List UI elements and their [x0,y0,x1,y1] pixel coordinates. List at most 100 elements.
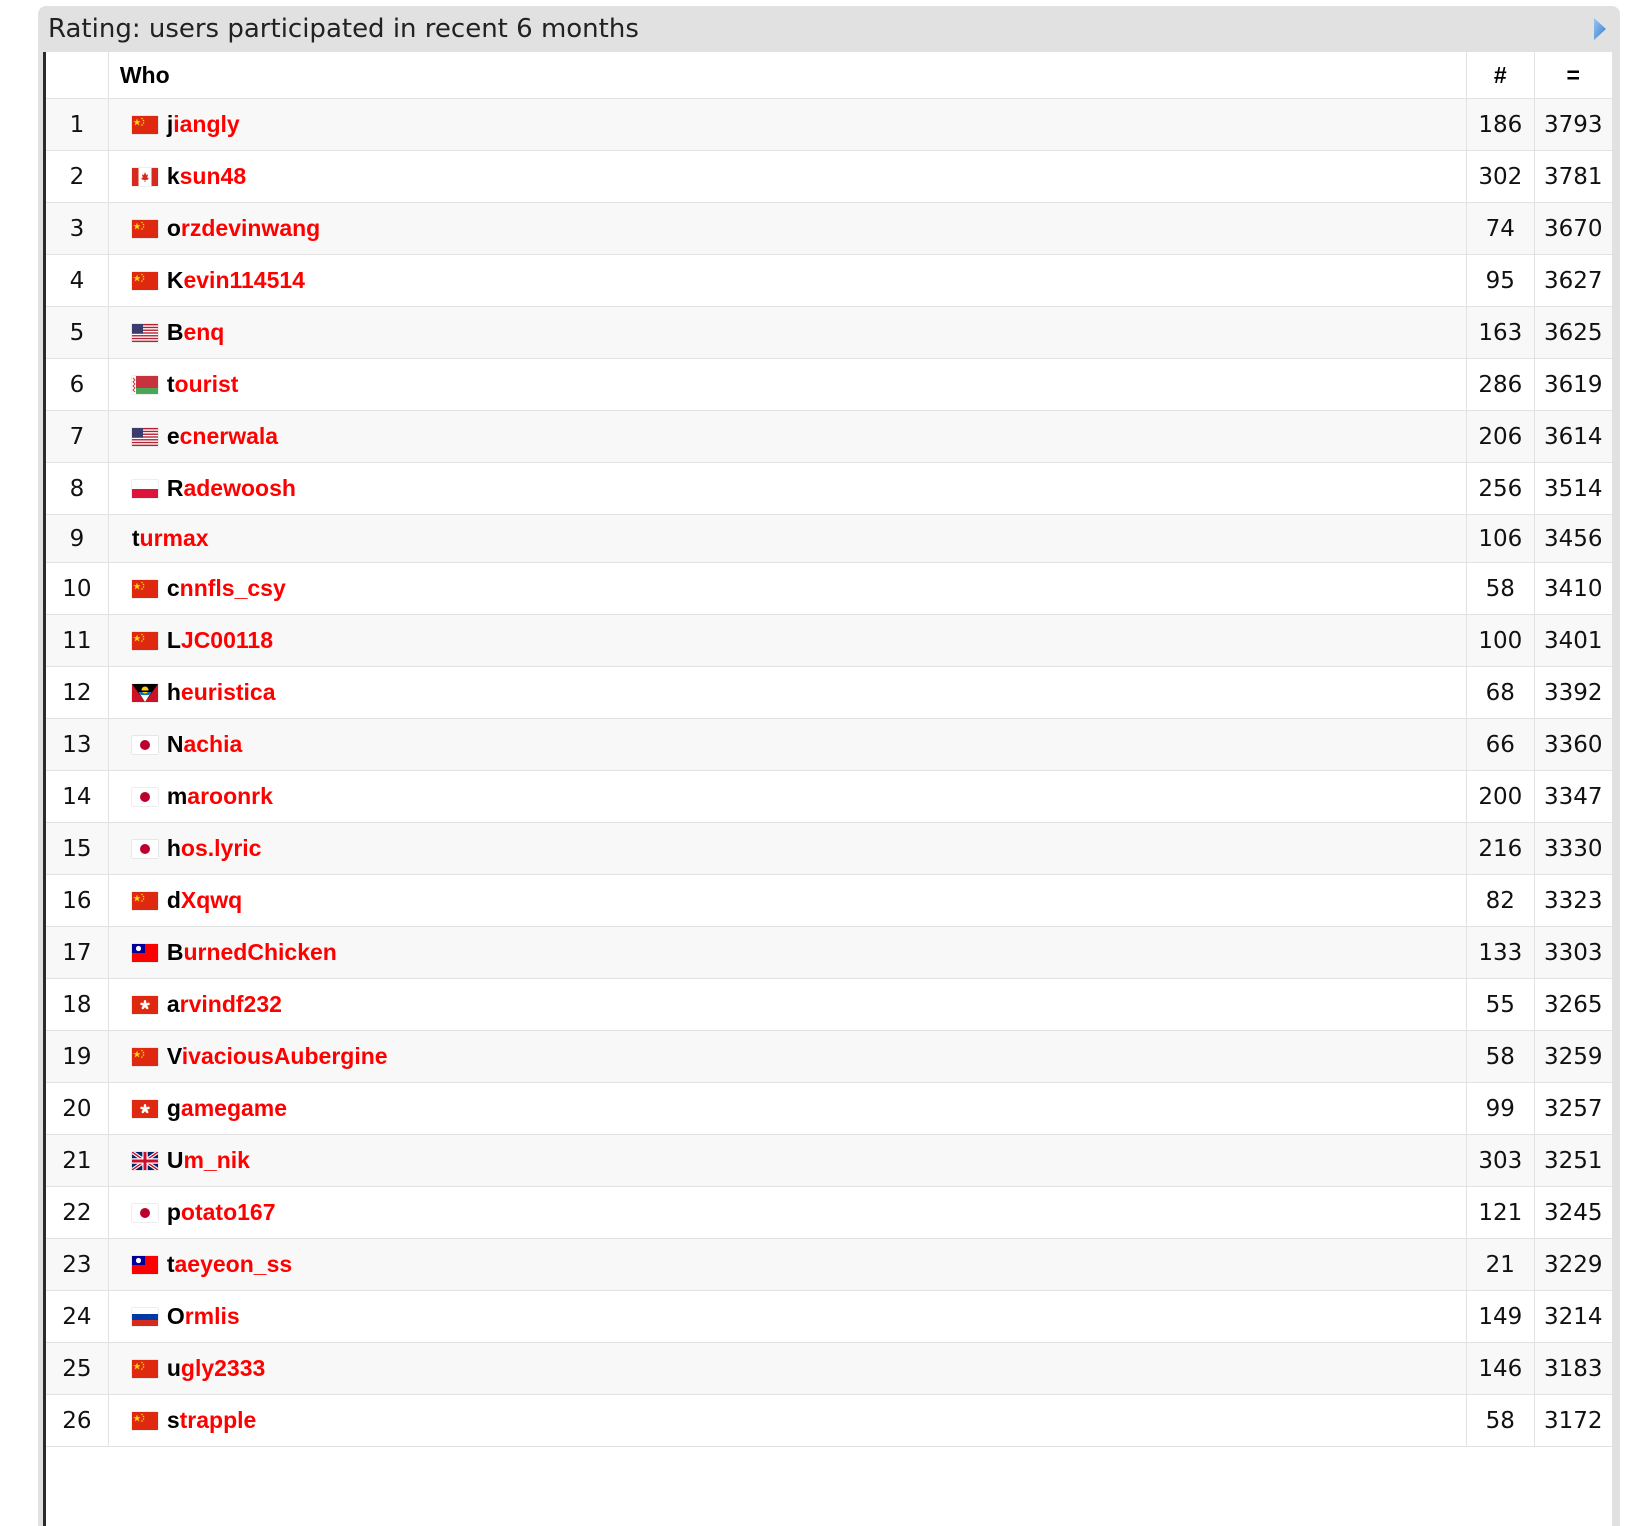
rank-cell: 15 [46,822,109,875]
rank-cell: 26 [46,1394,109,1447]
rating-cell: 3257 [1533,1082,1612,1135]
user-handle-link[interactable]: ecnerwala [167,423,278,449]
user-handle-link[interactable]: turmax [132,525,209,551]
table-row: 6 tourist 286 3619 [46,358,1612,411]
rating-cell: 3360 [1533,718,1612,771]
user-handle-link[interactable]: Radewoosh [167,475,296,501]
rating-cell: 3172 [1533,1394,1612,1447]
poland-flag-icon [131,479,158,498]
who-cell: Radewoosh [107,462,1467,515]
rating-table-container[interactable]: Who # = 1 jiangly 186 3793 2 ksun48 302 3781 3 or… [43,52,1612,1526]
who-cell: jiangly [107,98,1467,151]
user-handle-link[interactable]: BurnedChicken [167,939,337,965]
rank-cell: 22 [46,1186,109,1239]
user-handle-link[interactable]: Nachia [167,731,242,757]
contests-count-cell: 99 [1466,1082,1535,1135]
who-cell: Nachia [107,718,1467,771]
rank-cell: 5 [46,306,109,359]
table-row: 20 gamegame 99 3257 [46,1082,1612,1135]
contests-count-cell: 133 [1466,926,1535,979]
user-handle-link[interactable]: gamegame [167,1095,287,1121]
user-handle-link[interactable]: ksun48 [167,163,246,189]
contests-count-cell: 200 [1466,770,1535,823]
contests-count-cell: 55 [1466,978,1535,1031]
user-handle-link[interactable]: LJC00118 [167,627,273,653]
user-handle-link[interactable]: arvindf232 [167,991,282,1017]
rank-cell: 23 [46,1238,109,1291]
rating-cell: 3627 [1533,254,1612,307]
contests-count-cell: 206 [1466,410,1535,463]
rating-cell: 3183 [1533,1342,1612,1395]
rating-cell: 3619 [1533,358,1612,411]
user-handle-link[interactable]: maroonrk [167,783,273,809]
rating-cell: 3251 [1533,1134,1612,1187]
who-cell: taeyeon_ss [107,1238,1467,1291]
user-handle-link[interactable]: orzdevinwang [167,215,320,241]
rank-cell: 10 [46,562,109,615]
contests-count-cell: 68 [1466,666,1535,719]
table-row: 11 LJC00118 100 3401 [46,614,1612,667]
rank-cell: 16 [46,874,109,927]
contests-count-cell: 74 [1466,202,1535,255]
who-cell: dXqwq [107,874,1467,927]
who-cell: LJC00118 [107,614,1467,667]
rank-cell: 14 [46,770,109,823]
rating-cell: 3330 [1533,822,1612,875]
table-row: 25 ugly2333 146 3183 [46,1342,1612,1395]
user-handle-link[interactable]: heuristica [167,679,276,705]
user-handle-link[interactable]: Kevin114514 [167,267,305,293]
who-cell: orzdevinwang [107,202,1467,255]
taiwan-flag-icon [131,1255,158,1274]
panel-header: Rating: users participated in recent 6 m… [38,6,1620,52]
user-handle-link[interactable]: cnnfls_csy [167,575,286,601]
triangle-right-icon[interactable] [1592,16,1608,42]
user-handle-link[interactable]: potato167 [167,1199,276,1225]
user-handle-link[interactable]: hos.lyric [167,835,262,861]
who-cell: heuristica [107,666,1467,719]
table-row: 7 ecnerwala 206 3614 [46,410,1612,463]
canada-flag-icon [131,167,158,186]
table-row: 10 cnnfls_csy 58 3410 [46,562,1612,615]
hong-kong-flag-icon [131,995,158,1014]
rating-cell: 3392 [1533,666,1612,719]
who-cell: Benq [107,306,1467,359]
table-row: 22 potato167 121 3245 [46,1186,1612,1239]
contests-count-cell: 58 [1466,562,1535,615]
user-handle-link[interactable]: taeyeon_ss [167,1251,292,1277]
user-handle-link[interactable]: jiangly [167,111,240,137]
contests-count-cell: 256 [1466,462,1535,515]
contests-count-cell: 216 [1466,822,1535,875]
user-handle-link[interactable]: Ormlis [167,1303,240,1329]
china-flag-icon [131,1411,158,1430]
who-cell: hos.lyric [107,822,1467,875]
table-row: 19 VivaciousAubergine 58 3259 [46,1030,1612,1083]
rank-cell: 4 [46,254,109,307]
user-handle-link[interactable]: VivaciousAubergine [167,1043,388,1069]
belarus-flag-icon [131,375,158,394]
user-handle-link[interactable]: tourist [167,371,239,397]
contests-column-header: # [1466,52,1535,99]
user-handle-link[interactable]: ugly2333 [167,1355,265,1381]
user-handle-link[interactable]: Benq [167,319,225,345]
antigua-barbuda-flag-icon [131,683,158,702]
user-handle-link[interactable]: Um_nik [167,1147,250,1173]
user-handle-link[interactable]: dXqwq [167,887,242,913]
who-cell: ugly2333 [107,1342,1467,1395]
contests-count-cell: 121 [1466,1186,1535,1239]
contests-count-cell: 100 [1466,614,1535,667]
rating-table: Who # = 1 jiangly 186 3793 2 ksun48 302 3781 3 or… [46,52,1612,1447]
rank-cell: 24 [46,1290,109,1343]
table-row: 12 heuristica 68 3392 [46,666,1612,719]
rank-cell: 18 [46,978,109,1031]
table-row: 15 hos.lyric 216 3330 [46,822,1612,875]
user-handle-link[interactable]: strapple [167,1407,256,1433]
united-states-flag-icon [131,323,158,342]
who-cell: arvindf232 [107,978,1467,1031]
china-flag-icon [131,1359,158,1378]
hong-kong-flag-icon [131,1099,158,1118]
rank-cell: 20 [46,1082,109,1135]
rating-cell: 3625 [1533,306,1612,359]
table-row: 24 Ormlis 149 3214 [46,1290,1612,1343]
rank-cell: 1 [46,98,109,151]
rating-cell: 3323 [1533,874,1612,927]
